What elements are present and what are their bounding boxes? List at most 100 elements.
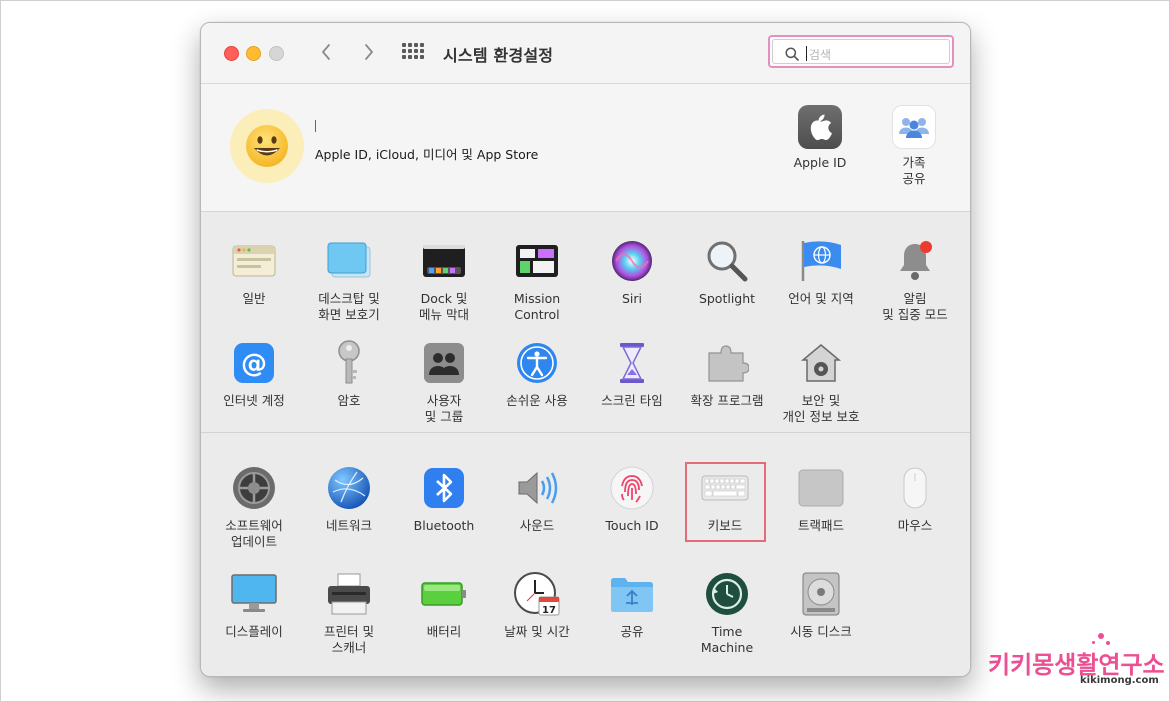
pane-label: Dock 및 메뉴 막대 [419, 291, 469, 322]
family-sharing-icon [892, 105, 936, 149]
pane-label: 사용자 및 그룹 [424, 393, 464, 424]
keyboard-icon [700, 463, 750, 513]
apple-id-account-label[interactable]: Apple ID, iCloud, 미디어 및 App Store [315, 144, 538, 163]
pane-label: 손쉬운 사용 [506, 393, 568, 408]
back-button[interactable] [315, 39, 337, 65]
pane-label: 소프트웨어 업데이트 [225, 518, 283, 549]
pane-desktop-screensaver[interactable]: 데스크탑 및 화면 보호기 [302, 236, 396, 323]
pane-label: Time Machine [700, 624, 754, 655]
siri-icon [607, 236, 657, 286]
pane-label: Touch ID [605, 518, 659, 533]
pane-label: 디스플레이 [225, 624, 283, 639]
printers-scanners-icon [324, 569, 374, 619]
pane-label: 암호 [337, 393, 361, 408]
search-icon [785, 47, 799, 61]
zoom-window-button[interactable] [269, 46, 284, 61]
software-update-icon [229, 463, 279, 513]
sound-icon [512, 463, 562, 513]
pane-printers-scanners[interactable]: 프린터 및 스캐너 [302, 569, 396, 656]
pane-time-machine[interactable]: Time Machine [680, 569, 774, 656]
pane-bluetooth[interactable]: Bluetooth [397, 463, 491, 534]
battery-icon [419, 569, 469, 619]
close-window-button[interactable] [224, 46, 239, 61]
network-icon [324, 463, 374, 513]
pane-label: 데스크탑 및 화면 보호기 [318, 291, 380, 322]
notifications-icon [890, 236, 940, 286]
family-sharing-item[interactable]: 가족 공유 [876, 105, 952, 187]
general-icon [229, 236, 279, 286]
apple-logo-icon [798, 105, 842, 149]
apple-id-item[interactable]: Apple ID [782, 105, 858, 171]
pane-security-privacy[interactable]: 보안 및 개인 정보 보호 [774, 338, 868, 425]
show-all-grid-button[interactable] [402, 43, 424, 63]
pane-label: 트랙패드 [797, 518, 844, 533]
mouse-icon [890, 463, 940, 513]
mission-control-icon [512, 236, 562, 286]
pane-label: 마우스 [897, 518, 933, 533]
pane-label: 날짜 및 시간 [504, 624, 570, 639]
forward-button[interactable] [358, 39, 380, 65]
pane-passwords[interactable]: 암호 [302, 338, 396, 409]
date-time-icon: 17 [512, 569, 562, 619]
pane-language-region[interactable]: 언어 및 지역 [774, 236, 868, 307]
minimize-window-button[interactable] [246, 46, 261, 61]
pane-general[interactable]: 일반 [207, 236, 301, 307]
extensions-icon [702, 338, 752, 388]
pane-date-time[interactable]: 17 날짜 및 시간 [490, 569, 584, 640]
user-avatar[interactable] [230, 109, 304, 183]
pane-displays[interactable]: 디스플레이 [207, 569, 301, 640]
watermark-dot [1106, 641, 1110, 645]
pane-battery[interactable]: 배터리 [397, 569, 491, 640]
title-bar: 시스템 환경설정 [201, 23, 970, 84]
pane-spotlight[interactable]: Spotlight [680, 236, 774, 307]
pane-dock-menubar[interactable]: Dock 및 메뉴 막대 [397, 236, 491, 323]
pane-internet-accounts[interactable]: @ 인터넷 계정 [207, 338, 301, 409]
pane-label: 사운드 [519, 518, 555, 533]
pane-screen-time[interactable]: 스크린 타임 [585, 338, 679, 409]
chevron-right-icon [365, 44, 373, 60]
accessibility-icon [512, 338, 562, 388]
system-preferences-window: 시스템 환경설정 Apple ID, iCloud, 미디어 및 App Sto… [200, 22, 971, 677]
pane-startup-disk[interactable]: 시동 디스크 [774, 569, 868, 640]
pane-label: Siri [621, 291, 643, 306]
watermark-dot [1092, 641, 1095, 644]
hardware-panes-section: 소프트웨어 업데이트 네트워크 Bluetooth 사운드 Touch ID 키… [201, 433, 970, 676]
pane-software-update[interactable]: 소프트웨어 업데이트 [207, 463, 301, 550]
pane-label: 시동 디스크 [790, 624, 852, 639]
pane-label: Bluetooth [413, 518, 475, 533]
pane-mission-control[interactable]: Mission Control [490, 236, 584, 323]
text-cursor [315, 120, 316, 132]
pane-label: 키보드 [707, 518, 743, 533]
bluetooth-icon [419, 463, 469, 513]
pane-network[interactable]: 네트워크 [302, 463, 396, 534]
pane-users-groups[interactable]: 사용자 및 그룹 [397, 338, 491, 425]
search-field[interactable] [768, 35, 954, 68]
pane-touch-id[interactable]: Touch ID [585, 463, 679, 534]
pane-keyboard[interactable]: 키보드 [678, 463, 772, 534]
apple-id-label: Apple ID [793, 155, 847, 170]
account-section: Apple ID, iCloud, 미디어 및 App Store Apple … [201, 84, 970, 212]
pane-siri[interactable]: Siri [585, 236, 679, 307]
pane-label: 네트워크 [325, 518, 372, 533]
pane-extensions[interactable]: 확장 프로그램 [680, 338, 774, 409]
touch-id-icon [607, 463, 657, 513]
pane-sound[interactable]: 사운드 [490, 463, 584, 534]
smiling-face-icon [246, 125, 288, 167]
watermark: 키키몽생활연구소 kikimong.com [988, 633, 1165, 686]
chevron-left-icon [322, 44, 330, 60]
calendar-date-badge: 17 [542, 605, 556, 616]
pane-label: 공유 [620, 624, 644, 639]
security-privacy-icon [796, 338, 846, 388]
screen-time-icon [607, 338, 657, 388]
pane-label: 언어 및 지역 [788, 291, 854, 306]
sharing-icon [607, 569, 657, 619]
pane-trackpad[interactable]: 트랙패드 [774, 463, 868, 534]
pane-sharing[interactable]: 공유 [585, 569, 679, 640]
pane-accessibility[interactable]: 손쉬운 사용 [490, 338, 584, 409]
pane-mouse[interactable]: 마우스 [868, 463, 962, 534]
window-title: 시스템 환경설정 [443, 46, 554, 65]
pane-notifications-focus[interactable]: 알림 및 집중 모드 [868, 236, 962, 323]
passwords-icon [324, 338, 374, 388]
search-input[interactable] [807, 43, 941, 67]
pane-label: Spotlight [698, 291, 756, 306]
